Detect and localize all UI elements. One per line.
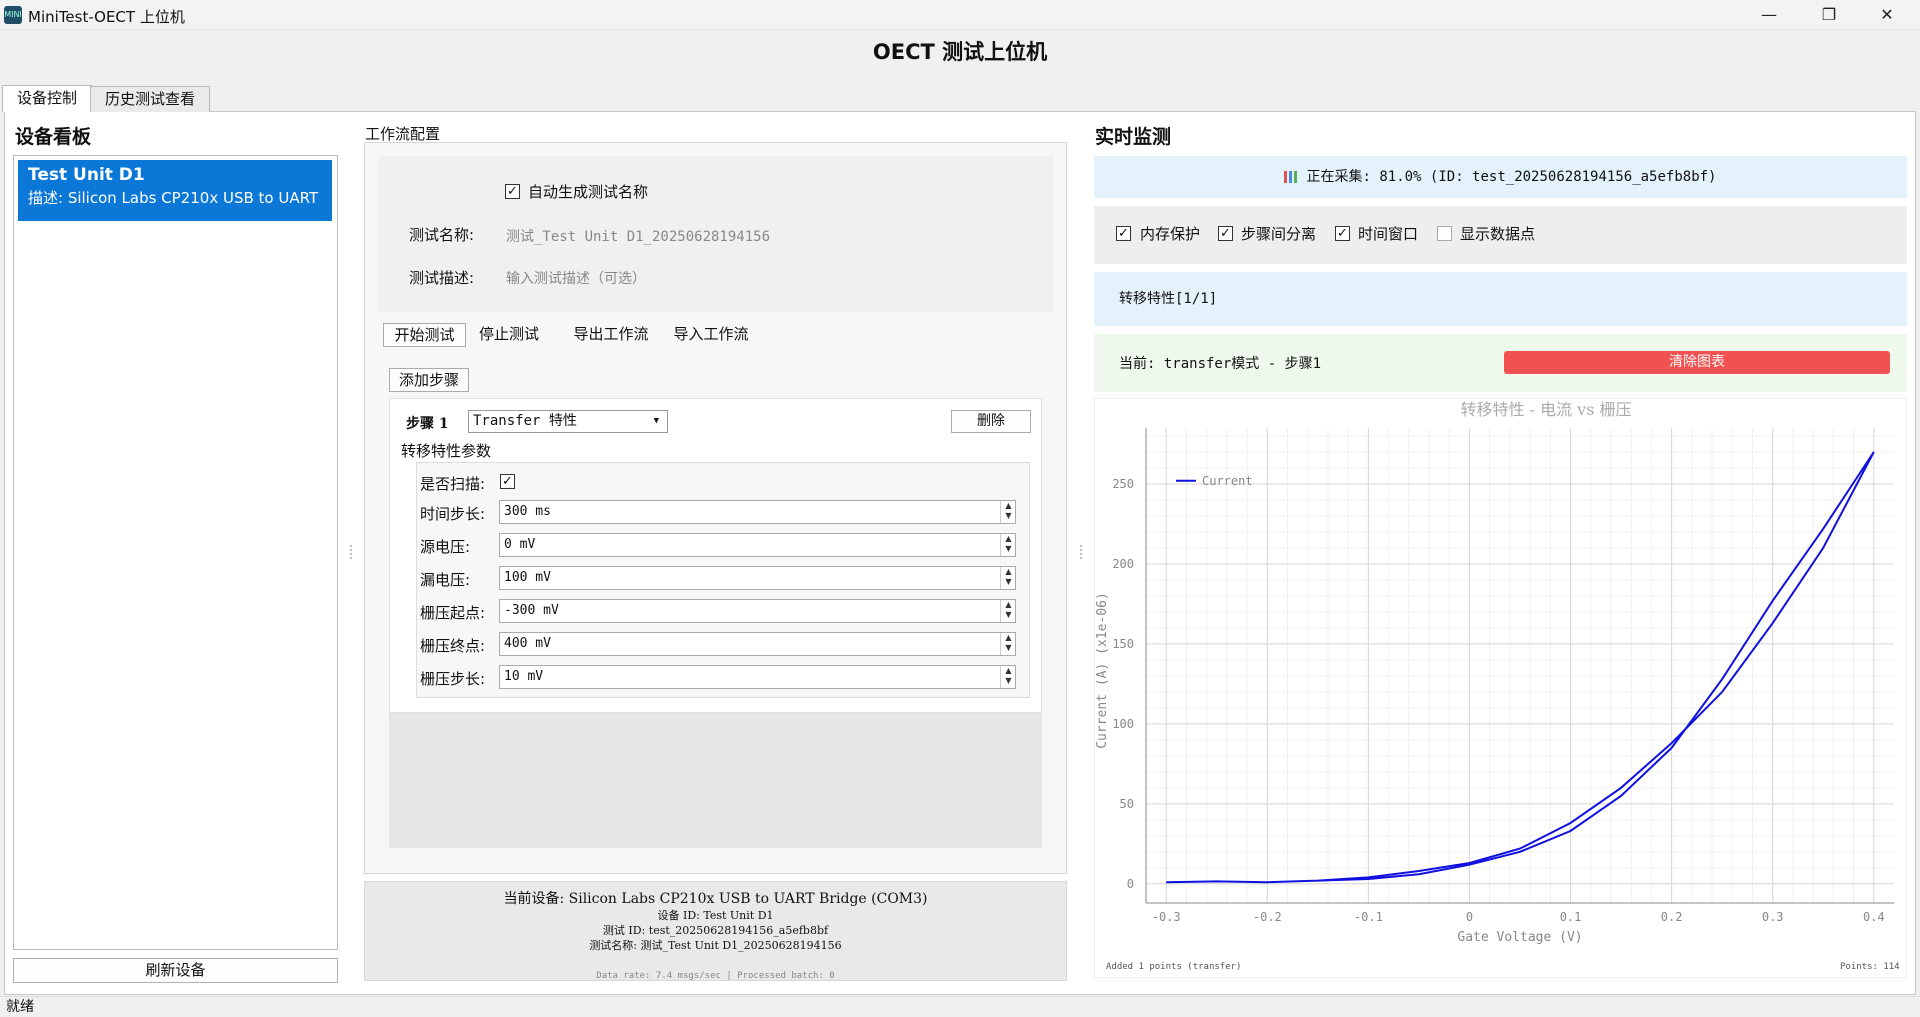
gate-end-spinbox[interactable]: 400 mV <box>499 632 1016 656</box>
spin-arrows-icon[interactable]: ▲ ▼ <box>1000 600 1016 622</box>
transfer-progress-label: 转移特性[1/1] <box>1094 272 1907 326</box>
test-desc-input[interactable]: 输入测试描述（可选） <box>506 268 646 288</box>
test-desc-label: 测试描述: <box>409 269 475 287</box>
tab-device-control[interactable]: 设备控制 <box>2 85 93 112</box>
y-tick-label: 50 <box>1120 797 1134 811</box>
y-tick-label: 100 <box>1112 717 1134 731</box>
restore-icon[interactable]: ❐ <box>1800 0 1858 30</box>
source-voltage-spinbox[interactable]: 0 mV <box>499 533 1016 557</box>
device-list[interactable] <box>13 155 338 950</box>
time-step-spinbox[interactable]: 300 ms <box>499 500 1016 524</box>
current-device-text: 当前设备: Silicon Labs CP210x USB to UART Br… <box>503 891 928 907</box>
x-tick-label: 0.3 <box>1762 910 1784 924</box>
time-window-checkbox[interactable]: ✓ <box>1335 226 1350 241</box>
spin-arrows-icon[interactable]: ▲ ▼ <box>1000 534 1016 556</box>
legend-label: Current <box>1202 474 1253 488</box>
params-title: 转移特性参数 <box>401 442 492 460</box>
chart-status-right: Points: 114 <box>1840 962 1900 972</box>
test-name-input[interactable]: 测试_Test Unit D1_20250628194156 <box>506 226 770 246</box>
spin-arrows-icon[interactable]: ▲ ▼ <box>1000 666 1016 688</box>
spin-arrows-icon[interactable]: ▲ ▼ <box>1000 501 1016 523</box>
monitor-title: 实时监测 <box>1095 126 1172 148</box>
drain-voltage-spinbox[interactable]: 100 mV <box>499 566 1016 590</box>
splitter-handle[interactable] <box>1080 545 1083 559</box>
spin-arrows-icon[interactable]: ▲ ▼ <box>1000 567 1016 589</box>
series-line <box>1166 451 1875 884</box>
param-label: 栅压步长: <box>420 670 486 688</box>
test-name-text: 测试名称: 测试_Test Unit D1_20250628194156 <box>589 939 842 952</box>
device-name: Test Unit D1 <box>28 165 145 185</box>
step-type-select[interactable]: Transfer 特性 ▼ <box>468 410 668 433</box>
collecting-status: 正在采集: 81.0% (ID: test_20250628194156_a5e… <box>1094 156 1907 198</box>
splitter-handle[interactable] <box>350 545 353 559</box>
chart-title: 转移特性 - 电流 vs 栅压 <box>1460 400 1631 419</box>
app-icon: MINI <box>4 6 22 24</box>
auto-name-checkbox[interactable]: ✓ <box>505 184 520 199</box>
test-name-label: 测试名称: <box>409 226 475 244</box>
option-label: 时间窗口 <box>1358 225 1419 243</box>
show-points-checkbox[interactable] <box>1437 226 1452 241</box>
y-axis-label: Current (A) (x1e-06) <box>1095 592 1110 749</box>
gate-step-spinbox[interactable]: 10 mV <box>499 665 1016 689</box>
chevron-down-icon: ▼ <box>653 416 659 426</box>
device-panel-title: 设备看板 <box>15 126 92 148</box>
workflow-title: 工作流配置 <box>365 125 441 143</box>
delete-step-button[interactable]: 删除 <box>951 410 1031 433</box>
x-tick-label: 0.2 <box>1661 910 1683 924</box>
data-rate-text: Data rate: 7.4 msgs/sec | Processed batc… <box>596 971 835 981</box>
add-step-button[interactable]: 添加步骤 <box>389 368 469 392</box>
current-mode-text: 当前: transfer模式 - 步骤1 <box>1119 356 1322 372</box>
x-tick-label: -0.3 <box>1152 910 1181 924</box>
spin-arrows-icon[interactable]: ▲ ▼ <box>1000 633 1016 655</box>
y-tick-label: 0 <box>1127 877 1134 891</box>
y-tick-label: 250 <box>1112 477 1134 491</box>
clear-chart-button[interactable]: 清除图表 <box>1504 351 1890 374</box>
export-workflow-button[interactable]: 导出工作流 <box>568 323 654 347</box>
x-tick-label: 0.1 <box>1560 910 1582 924</box>
refresh-devices-button[interactable]: 刷新设备 <box>13 958 338 983</box>
tab-history[interactable]: 历史测试查看 <box>90 86 211 112</box>
bar-chart-icon <box>1284 171 1299 183</box>
collecting-text: 正在采集: 81.0% (ID: test_20250628194156_a5e… <box>1306 169 1717 185</box>
transfer-chart[interactable]: -0.3 -0.2 -0.1 0 0.1 0.2 0.3 0.4 0 50 100 150 200 250… <box>1094 398 1907 958</box>
start-test-button[interactable]: 开始测试 <box>383 323 466 347</box>
param-label: 栅压终点: <box>420 637 486 655</box>
y-tick-label: 200 <box>1112 557 1134 571</box>
sweep-checkbox[interactable]: ✓ <box>500 474 515 489</box>
x-tick-label: 0.4 <box>1863 910 1885 924</box>
auto-name-label: 自动生成测试名称 <box>528 183 649 201</box>
option-label: 显示数据点 <box>1460 225 1536 243</box>
param-label: 漏电压: <box>420 571 471 589</box>
x-tick-label: 0 <box>1466 910 1473 924</box>
test-id-text: 测试 ID: test_20250628194156_a5efb8bf <box>602 924 829 937</box>
option-label: 内存保护 <box>1140 225 1201 243</box>
import-workflow-button[interactable]: 导入工作流 <box>668 323 754 347</box>
param-label: 时间步长: <box>420 505 486 523</box>
gate-start-spinbox[interactable]: -300 mV <box>499 599 1016 623</box>
y-tick-label: 150 <box>1112 637 1134 651</box>
status-bar: 就绪 <box>0 996 1920 1017</box>
device-info-box: 当前设备: Silicon Labs CP210x USB to UART Br… <box>364 881 1067 981</box>
window-title-bar <box>0 0 1920 30</box>
device-list-item[interactable]: Test Unit D1 描述: Silicon Labs CP210x USB… <box>18 160 332 221</box>
chart-status-left: Added 1 points (transfer) <box>1106 962 1242 972</box>
x-tick-label: -0.2 <box>1253 910 1282 924</box>
close-icon[interactable]: ✕ <box>1858 0 1916 30</box>
device-id-text: 设备 ID: Test Unit D1 <box>657 909 774 922</box>
sweep-label: 是否扫描: <box>420 475 486 493</box>
step-label: 步骤 1 <box>406 416 449 432</box>
memory-protect-checkbox[interactable]: ✓ <box>1116 226 1131 241</box>
step-separate-checkbox[interactable]: ✓ <box>1218 226 1233 241</box>
x-axis-label: Gate Voltage (V) <box>1457 930 1582 945</box>
param-label: 源电压: <box>420 538 471 556</box>
x-tick-label: -0.1 <box>1354 910 1383 924</box>
option-label: 步骤间分离 <box>1241 225 1317 243</box>
param-label: 栅压起点: <box>420 604 486 622</box>
minimize-icon[interactable]: — <box>1740 0 1798 30</box>
app-title: OECT 测试上位机 <box>872 40 1048 64</box>
device-description: 描述: Silicon Labs CP210x USB to UART B <box>28 189 322 207</box>
stop-test-button[interactable]: 停止测试 <box>474 323 544 347</box>
window-title: MiniTest-OECT 上位机 <box>28 8 185 26</box>
